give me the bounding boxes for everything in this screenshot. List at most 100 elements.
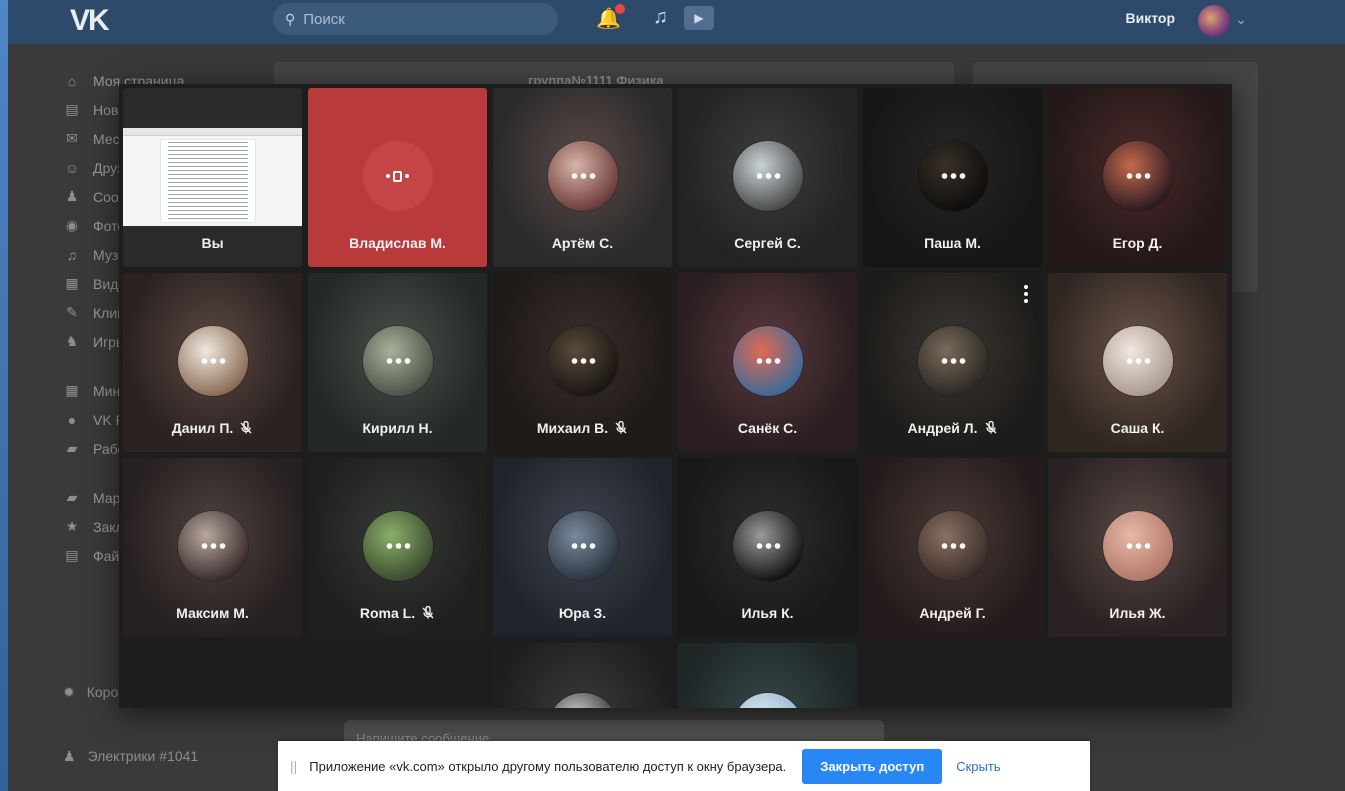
top-header: VK ⚲ Поиск 🔔 ♫ ▶ Виктор ⌄ — [8, 0, 1345, 44]
groups-icon: ♟ — [65, 188, 79, 204]
drag-handle-icon[interactable]: || — [290, 758, 297, 774]
search-placeholder: Поиск — [303, 10, 345, 28]
participant-name: Юра З. — [493, 605, 672, 621]
participant-avatar — [177, 511, 248, 581]
participant-tile[interactable]: Сергей С. — [678, 88, 857, 267]
participant-name-text: Саша К. — [1110, 420, 1165, 436]
participant-avatar — [917, 511, 988, 581]
participant-name: Roma L. — [308, 605, 487, 621]
pay-icon: ● — [67, 411, 77, 428]
participant-name-text: Илья Ж. — [1109, 605, 1166, 621]
participant-avatar — [1102, 141, 1173, 211]
participant-name: Илья Ж. — [1048, 605, 1227, 621]
participant-avatar — [917, 326, 988, 396]
mic-off-icon — [421, 606, 435, 620]
participant-tile[interactable]: Владислав М. — [308, 88, 487, 267]
participant-name-text: Санёк С. — [737, 420, 798, 436]
mic-off-icon — [984, 421, 998, 435]
music-icon: ♫ — [66, 246, 78, 263]
star-icon: ★ — [65, 518, 79, 534]
participant-name: Саша К. — [1048, 420, 1227, 436]
participant-avatar — [732, 326, 803, 396]
participant-tile[interactable]: Паша М. — [863, 88, 1042, 267]
vk-logo[interactable]: VK — [70, 4, 110, 38]
screen-share-preview — [123, 128, 302, 226]
participant-tile[interactable] — [493, 643, 672, 708]
participant-name-text: Roma L. — [359, 605, 416, 621]
participant-avatar — [732, 511, 803, 581]
participant-name-text: Андрей Л. — [907, 420, 978, 436]
participant-name-text: Михаил В. — [536, 420, 609, 436]
participant-tile[interactable]: Санёк С. — [678, 273, 857, 452]
participant-tile[interactable]: Илья Ж. — [1048, 458, 1227, 637]
participant-tile[interactable]: Максим М. — [123, 458, 302, 637]
participant-tile[interactable]: Саша К. — [1048, 273, 1227, 452]
games-icon: ♞ — [65, 333, 79, 349]
sidebar-item-label: Электрики #1041 — [87, 748, 199, 764]
participant-name-text: Сергей С. — [734, 235, 801, 251]
participant-avatar — [732, 141, 803, 211]
participant-tile[interactable]: Вы — [123, 88, 302, 267]
empty-cell — [123, 643, 302, 708]
participant-name: Максим М. — [123, 605, 302, 621]
participant-tile[interactable]: Илья К. — [678, 458, 857, 637]
document-preview — [161, 140, 255, 222]
participant-name: Артём С. — [493, 235, 672, 251]
play-icon[interactable]: ▶ — [684, 6, 714, 30]
participants-grid: Вы Владислав М. Артём С. Сергей С. Паша М. Ег… — [123, 88, 1227, 708]
participant-tile[interactable] — [678, 643, 857, 708]
participant-name-text: Артём С. — [551, 235, 614, 251]
participant-tile[interactable]: Артём С. — [493, 88, 672, 267]
participant-name-text: Илья К. — [741, 605, 794, 621]
stop-sharing-button[interactable]: Закрыть доступ — [802, 748, 943, 784]
participant-tile[interactable]: Roma L. — [308, 458, 487, 637]
hide-link[interactable]: Скрыть — [956, 759, 1000, 774]
participant-tile[interactable]: Данил П. — [123, 273, 302, 452]
participant-name-text: Максим М. — [176, 605, 249, 621]
participant-name-text: Кирилл Н. — [362, 420, 433, 436]
search-icon: ⚲ — [285, 10, 296, 27]
participant-name-text: Владислав М. — [349, 235, 446, 251]
participant-name: Андрей Г. — [863, 605, 1042, 621]
user-avatar[interactable] — [1198, 5, 1230, 37]
participant-name: Вы — [123, 235, 302, 251]
music-icon[interactable]: ♫ — [653, 6, 668, 29]
more-options-icon[interactable] — [1024, 285, 1028, 303]
participant-name: Михаил В. — [493, 420, 672, 436]
mic-off-icon — [614, 421, 628, 435]
groups-icon: ♟ — [63, 748, 76, 764]
bell-icon[interactable]: 🔔 — [596, 4, 625, 31]
camera-icon: ◉ — [65, 217, 79, 233]
market-icon: ▰ — [66, 489, 78, 505]
participant-tile[interactable]: Юра З. — [493, 458, 672, 637]
browser-screenshot: VK ⚲ Поиск 🔔 ♫ ▶ Виктор ⌄ группа№1111 Фи… — [8, 0, 1345, 791]
participant-tile[interactable]: Кирилл Н. — [308, 273, 487, 452]
participant-tile[interactable]: Егор Д. — [1048, 88, 1227, 267]
search-input[interactable]: ⚲ Поиск — [273, 3, 558, 35]
user-name[interactable]: Виктор — [1126, 10, 1176, 26]
file-icon: ▤ — [65, 547, 79, 563]
participant-tile[interactable]: Андрей Г. — [863, 458, 1042, 637]
participant-name-text: Данил П. — [171, 420, 234, 436]
participant-name: Владислав М. — [308, 235, 487, 251]
video-call-window: Вы Владислав М. Артём С. Сергей С. Паша М. Ег… — [119, 84, 1232, 708]
chevron-down-icon[interactable]: ⌄ — [1235, 11, 1247, 28]
participant-name: Паша М. — [863, 235, 1042, 251]
messages-icon: ✉ — [66, 130, 78, 146]
participant-avatar — [547, 693, 618, 708]
browser-toolbar — [123, 128, 302, 136]
participant-name-text: Паша М. — [924, 235, 981, 251]
clips-icon: ✎ — [66, 304, 78, 320]
participant-name: Андрей Л. — [863, 420, 1042, 436]
participant-avatar — [732, 693, 803, 708]
virus-icon: ✹ — [63, 684, 75, 700]
participant-tile[interactable]: Андрей Л. — [863, 273, 1042, 452]
empty-cell — [308, 643, 487, 708]
mic-off-icon — [239, 421, 253, 435]
participant-name: Сергей С. — [678, 235, 857, 251]
apps-icon: ▦ — [65, 382, 79, 398]
participant-tile[interactable]: Михаил В. — [493, 273, 672, 452]
sidebar-item-group[interactable]: ♟ Электрики #1041 — [63, 748, 198, 765]
participant-avatar — [917, 141, 988, 211]
participant-avatar — [177, 326, 248, 396]
